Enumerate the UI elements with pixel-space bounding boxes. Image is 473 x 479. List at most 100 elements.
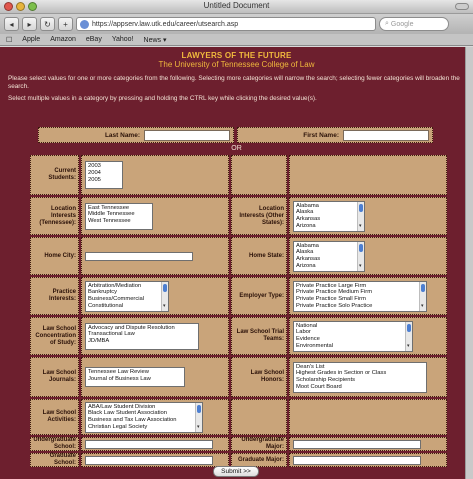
undergrad-school-input[interactable] [85,439,213,449]
scroll-down-icon[interactable]: ▾ [421,303,424,310]
location-tn-label-cell: Location Interests (Tennessee): [30,197,79,235]
scroll-down-icon[interactable]: ▾ [163,303,166,310]
list-option[interactable]: Scholarship Recipients [296,377,424,384]
list-option[interactable]: Private Practice Solo Practice [296,303,424,310]
forward-button[interactable]: ▸ [22,17,37,31]
bookmark-amazon[interactable]: Amazon [50,36,76,43]
first-name-input[interactable] [343,129,429,141]
honors-label-cell: Law School Honors: [231,357,287,397]
list-option[interactable]: Arkansas [296,216,362,223]
list-option[interactable]: Christian Legal Society [88,424,200,431]
scroll-down-icon[interactable]: ▾ [359,263,362,270]
list-option[interactable]: Arbitration/Mediation [88,283,166,290]
toolbar-toggle-button[interactable] [455,3,469,10]
employer-field-cell: Private Practice Large Firm Private Prac… [289,277,447,315]
home-state-label: Home State: [248,252,284,259]
list-option[interactable]: East Tennessee [88,205,150,212]
list-option[interactable]: Environmental [296,343,410,350]
list-option[interactable]: National [296,323,410,330]
trial-teams-field-cell: National Labor Evidence Environmental ▾ [289,317,447,355]
bookmarks-icon[interactable]: ☐ [6,36,12,44]
list-option[interactable]: Black Law Student Association [88,410,200,417]
listbox-scrollbar[interactable]: ▾ [405,321,412,351]
list-option[interactable]: Dean's List [296,364,424,371]
list-option[interactable]: Bankruptcy [88,289,166,296]
add-bookmark-button[interactable]: + [58,17,73,31]
list-option[interactable]: Moot Court Board [296,384,424,391]
list-option[interactable]: Advocacy and Dispute Resolution [88,325,196,332]
list-option[interactable]: Arizona [296,223,362,230]
bookmark-ebay[interactable]: eBay [86,36,102,43]
undergrad-school-label-cell: Undergraduate School: [30,437,79,451]
list-option[interactable]: Constitutional [88,303,166,310]
scroll-thumb[interactable] [197,404,201,413]
list-option[interactable]: Business and Tax Law Association [88,417,200,424]
list-option[interactable]: Transactional Law [88,331,196,338]
listbox-scrollbar[interactable]: ▾ [195,402,202,432]
list-option[interactable]: Private Practice Medium Firm [296,289,424,296]
scroll-down-icon[interactable]: ▾ [407,343,410,350]
back-button[interactable]: ◂ [4,17,19,31]
list-option[interactable]: Alabama [296,203,362,210]
location-tn-listbox[interactable]: East Tennessee Middle Tennessee West Ten… [85,202,153,230]
grad-school-input[interactable] [85,455,213,465]
scroll-thumb[interactable] [359,243,363,252]
list-option[interactable]: Labor [296,329,410,336]
list-option[interactable]: Alaska [296,249,362,256]
listbox-scrollbar[interactable]: ▾ [161,281,168,311]
current-students-listbox[interactable]: 2003 2004 2005 [85,161,123,189]
location-other-listbox[interactable]: Alabama Alaska Arkansas Arizona ▾ [293,200,365,232]
scroll-thumb[interactable] [163,283,167,292]
concentration-listbox[interactable]: Advocacy and Dispute Resolution Transact… [85,322,199,350]
list-option[interactable]: 2004 [88,170,120,177]
list-option[interactable]: Tennessee Law Review [88,369,182,376]
bookmark-yahoo[interactable]: Yahoo! [112,36,134,43]
list-option[interactable]: ABA/Law Student Division [88,404,200,411]
journals-listbox[interactable]: Tennessee Law Review Journal of Business… [85,367,185,387]
employer-listbox[interactable]: Private Practice Large Firm Private Prac… [293,280,427,312]
last-name-input[interactable] [144,129,230,141]
list-option[interactable]: Alabama [296,243,362,250]
scroll-down-icon[interactable]: ▾ [359,223,362,230]
practice-listbox[interactable]: Arbitration/Mediation Bankruptcy Busines… [85,280,169,312]
scroll-thumb[interactable] [407,323,411,332]
practice-label: Practice Interests: [48,289,76,302]
search-field[interactable]: ⌕ Google [379,17,449,31]
listbox-scrollbar[interactable]: ▾ [357,201,364,231]
listbox-scrollbar[interactable]: ▾ [357,241,364,271]
page-scrollbar[interactable] [465,47,473,479]
address-bar[interactable]: https://appserv.law.utk.edu/career/utsea… [76,17,376,31]
reload-button[interactable]: ↻ [40,17,55,31]
list-option[interactable]: 2003 [88,163,120,170]
grad-major-input[interactable] [293,455,421,465]
scroll-thumb[interactable] [359,203,363,212]
list-option[interactable]: JD/MBA [88,338,196,345]
home-city-input[interactable] [85,251,193,261]
current-students-label: Current Students: [48,168,76,181]
list-option[interactable]: Highest Grades in Section or Class [296,370,424,377]
list-option[interactable]: Evidence [296,336,410,343]
list-option[interactable]: Alaska [296,209,362,216]
list-option[interactable]: Business/Commercial [88,296,166,303]
list-option[interactable]: Journal of Business Law [88,376,182,383]
trial-teams-listbox[interactable]: National Labor Evidence Environmental ▾ [293,320,413,352]
listbox-scrollbar[interactable]: ▾ [419,281,426,311]
bookmark-apple[interactable]: Apple [22,36,40,43]
list-option[interactable]: 2005 [88,177,120,184]
submit-button[interactable]: Submit >> [213,466,259,477]
list-option[interactable]: Private Practice Small Firm [296,296,424,303]
list-option[interactable]: Arizona [296,263,362,270]
list-option[interactable]: Arkansas [296,256,362,263]
activities-listbox[interactable]: ABA/Law Student Division Black Law Stude… [85,401,203,433]
list-option[interactable]: Private Practice Large Firm [296,283,424,290]
honors-listbox[interactable]: Dean's List Highest Grades in Section or… [293,361,427,393]
list-option[interactable]: Middle Tennessee [88,211,150,218]
bookmark-news[interactable]: News ▾ [144,36,167,44]
undergrad-major-input[interactable] [293,439,421,449]
scroll-down-icon[interactable]: ▾ [197,424,200,431]
list-option[interactable]: West Tennessee [88,218,150,225]
site-globe-icon [80,19,89,29]
home-state-listbox[interactable]: Alabama Alaska Arkansas Arizona ▾ [293,240,365,272]
employer-label-cell: Employer Type: [231,277,287,315]
scroll-thumb[interactable] [421,283,425,292]
